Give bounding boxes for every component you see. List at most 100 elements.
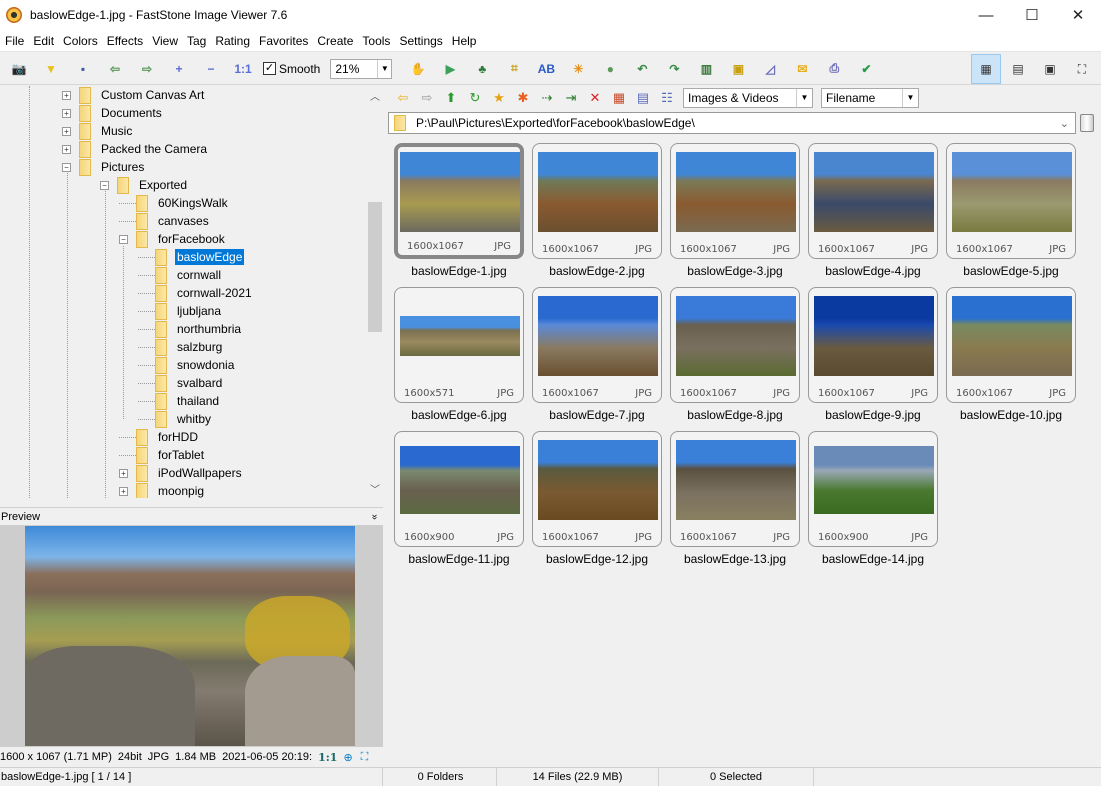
menu-favorites[interactable]: Favorites	[255, 34, 312, 48]
tree-item[interactable]: forTablet	[119, 446, 206, 464]
thumbnail-item[interactable]: 1600x571 JPG baslowEdge-6.jpg	[390, 282, 524, 422]
open-folder-icon[interactable]: ▼	[40, 58, 62, 80]
thumbnail-image[interactable]	[676, 296, 796, 376]
zoom-in-icon[interactable]: +	[168, 58, 190, 80]
move-to-icon[interactable]: ⇥	[562, 89, 580, 107]
thumbnail-card[interactable]: 1600x1067 JPG	[808, 287, 938, 403]
tree-item[interactable]: − forFacebook	[119, 230, 227, 248]
scanner-icon[interactable]: ◿	[759, 58, 781, 80]
expand-icon[interactable]: +	[62, 126, 71, 136]
thumbnail-item[interactable]: 1600x1067 JPG baslowEdge-5.jpg	[942, 138, 1076, 278]
maximize-button[interactable]: ☐	[1009, 0, 1055, 30]
acquire-camera-icon[interactable]: 📷	[8, 58, 30, 80]
sort-select[interactable]: Filename ▼	[821, 88, 919, 108]
collapse-icon[interactable]: −	[62, 162, 71, 172]
menu-create[interactable]: Create	[313, 34, 357, 48]
thumbnail-card[interactable]: 1600x1067 JPG	[808, 143, 938, 259]
thumbnail-card[interactable]: 1600x1067 JPG	[946, 143, 1076, 259]
expand-icon[interactable]: +	[62, 90, 71, 100]
save-icon[interactable]: ▪	[72, 58, 94, 80]
tree-item[interactable]: forHDD	[119, 428, 200, 446]
thumbnail-card[interactable]: 1600x1067 JPG	[670, 431, 800, 547]
tree-item[interactable]: thailand	[138, 392, 221, 410]
fit-icon[interactable]: ⊕	[343, 751, 352, 764]
collapse-icon[interactable]: −	[119, 234, 128, 244]
thumbnail-item[interactable]: 1600x1067 JPG baslowEdge-9.jpg	[804, 282, 938, 422]
menu-rating[interactable]: Rating	[211, 34, 254, 48]
tree-item[interactable]: svalbard	[138, 374, 224, 392]
thumbnail-image[interactable]	[538, 152, 658, 232]
tree-item[interactable]: + Custom Canvas Art	[62, 86, 206, 104]
thumbnail-card[interactable]: 1600x900 JPG	[394, 431, 524, 547]
menu-tag[interactable]: Tag	[183, 34, 210, 48]
preview-image[interactable]	[25, 526, 355, 746]
tree-item[interactable]: whitby	[138, 410, 213, 428]
close-button[interactable]: ✕	[1055, 0, 1101, 30]
chevron-down-icon[interactable]: ▼	[377, 59, 391, 78]
thumbnail-card[interactable]: 1600x1067 JPG	[394, 143, 524, 259]
tree-item[interactable]: cornwall	[138, 266, 223, 284]
thumbnail-item[interactable]: 1600x900 JPG baslowEdge-11.jpg	[390, 426, 524, 566]
brightness-icon[interactable]: ☀	[567, 58, 589, 80]
print-icon[interactable]: ⎙	[823, 58, 845, 80]
thumbnail-image[interactable]	[538, 296, 658, 376]
slideshow-icon[interactable]: ▶	[439, 58, 461, 80]
thumbnails-view-icon[interactable]: ▤	[1003, 54, 1033, 84]
thumbnail-item[interactable]: 1600x1067 JPG baslowEdge-2.jpg	[528, 138, 662, 278]
thumbnail-item[interactable]: 1600x1067 JPG baslowEdge-12.jpg	[528, 426, 662, 566]
tree-item[interactable]: − Pictures	[62, 158, 146, 176]
fullscreen-preview-icon[interactable]: ⛶	[361, 751, 369, 764]
tree-item[interactable]: + Packed the Camera	[62, 140, 209, 158]
tree-item[interactable]: ljubljana	[138, 302, 223, 320]
crop-icon[interactable]: ⌗	[503, 58, 525, 80]
thumbnail-card[interactable]: 1600x571 JPG	[394, 287, 524, 403]
thumbnail-card[interactable]: 1600x1067 JPG	[532, 143, 662, 259]
expand-icon[interactable]: +	[119, 468, 128, 478]
tree-item[interactable]: + Documents	[62, 104, 164, 122]
smooth-checkbox[interactable]: ✓	[263, 62, 276, 75]
menu-help[interactable]: Help	[448, 34, 481, 48]
collapse-icon[interactable]: −	[100, 180, 109, 190]
thumbnail-card[interactable]: 1600x1067 JPG	[670, 287, 800, 403]
smooth-toggle[interactable]: ✓ Smooth	[263, 62, 320, 76]
text-icon[interactable]: AB	[535, 58, 557, 80]
copy-to-icon[interactable]: ⇢	[538, 89, 556, 107]
fullscreen-icon[interactable]: ⛶	[1067, 54, 1097, 84]
thumbnail-image[interactable]	[814, 296, 934, 376]
tree-item[interactable]: − Exported	[100, 176, 189, 194]
email-icon[interactable]: ✉	[791, 58, 813, 80]
hand-pan-icon[interactable]: ✋	[407, 58, 429, 80]
thumbnail-item[interactable]: 1600x1067 JPG baslowEdge-3.jpg	[666, 138, 800, 278]
thumbnail-image[interactable]	[814, 446, 934, 514]
file-filter-select[interactable]: Images & Videos ▼	[683, 88, 813, 108]
scroll-up-icon[interactable]: ︿	[367, 88, 383, 103]
thumbnail-card[interactable]: 1600x900 JPG	[808, 431, 938, 547]
thumbnail-image[interactable]	[814, 152, 934, 232]
tree-item[interactable]: + moonpig	[119, 482, 206, 498]
thumbnail-item[interactable]: 1600x1067 JPG baslowEdge-7.jpg	[528, 282, 662, 422]
tree-item[interactable]: + iPodWallpapers	[119, 464, 244, 482]
back-icon[interactable]: ⇦	[394, 89, 412, 107]
thumbnail-item[interactable]: 1600x1067 JPG baslowEdge-4.jpg	[804, 138, 938, 278]
thumbnail-card[interactable]: 1600x1067 JPG	[670, 143, 800, 259]
actual-size-icon[interactable]: 1:1	[232, 58, 254, 80]
recycle-bin-icon[interactable]	[1080, 114, 1094, 132]
tree-item[interactable]: + Music	[62, 122, 134, 140]
scroll-down-icon[interactable]: ﹀	[367, 481, 383, 496]
thumbnail-item[interactable]: 1600x1067 JPG baslowEdge-10.jpg	[942, 282, 1076, 422]
thumbnail-image[interactable]	[676, 152, 796, 232]
menu-view[interactable]: View	[148, 34, 182, 48]
thumbnail-image[interactable]	[952, 296, 1072, 376]
tree-item[interactable]: salzburg	[138, 338, 224, 356]
new-folder-icon[interactable]: ✱	[514, 89, 532, 107]
expand-icon[interactable]: +	[119, 486, 128, 496]
thumbnail-image[interactable]	[400, 316, 520, 356]
filmstrip-view-icon[interactable]: ▣	[1035, 54, 1065, 84]
thumbnail-item[interactable]: 1600x900 JPG baslowEdge-14.jpg	[804, 426, 938, 566]
tree-item[interactable]: cornwall-2021	[138, 284, 254, 302]
next-icon[interactable]: ⇨	[136, 58, 158, 80]
delete-icon[interactable]: ✕	[586, 89, 604, 107]
menu-settings[interactable]: Settings	[395, 34, 446, 48]
favorite-folder-icon[interactable]: ★	[490, 89, 508, 107]
actual-size-button[interactable]: 1:1	[318, 751, 337, 764]
